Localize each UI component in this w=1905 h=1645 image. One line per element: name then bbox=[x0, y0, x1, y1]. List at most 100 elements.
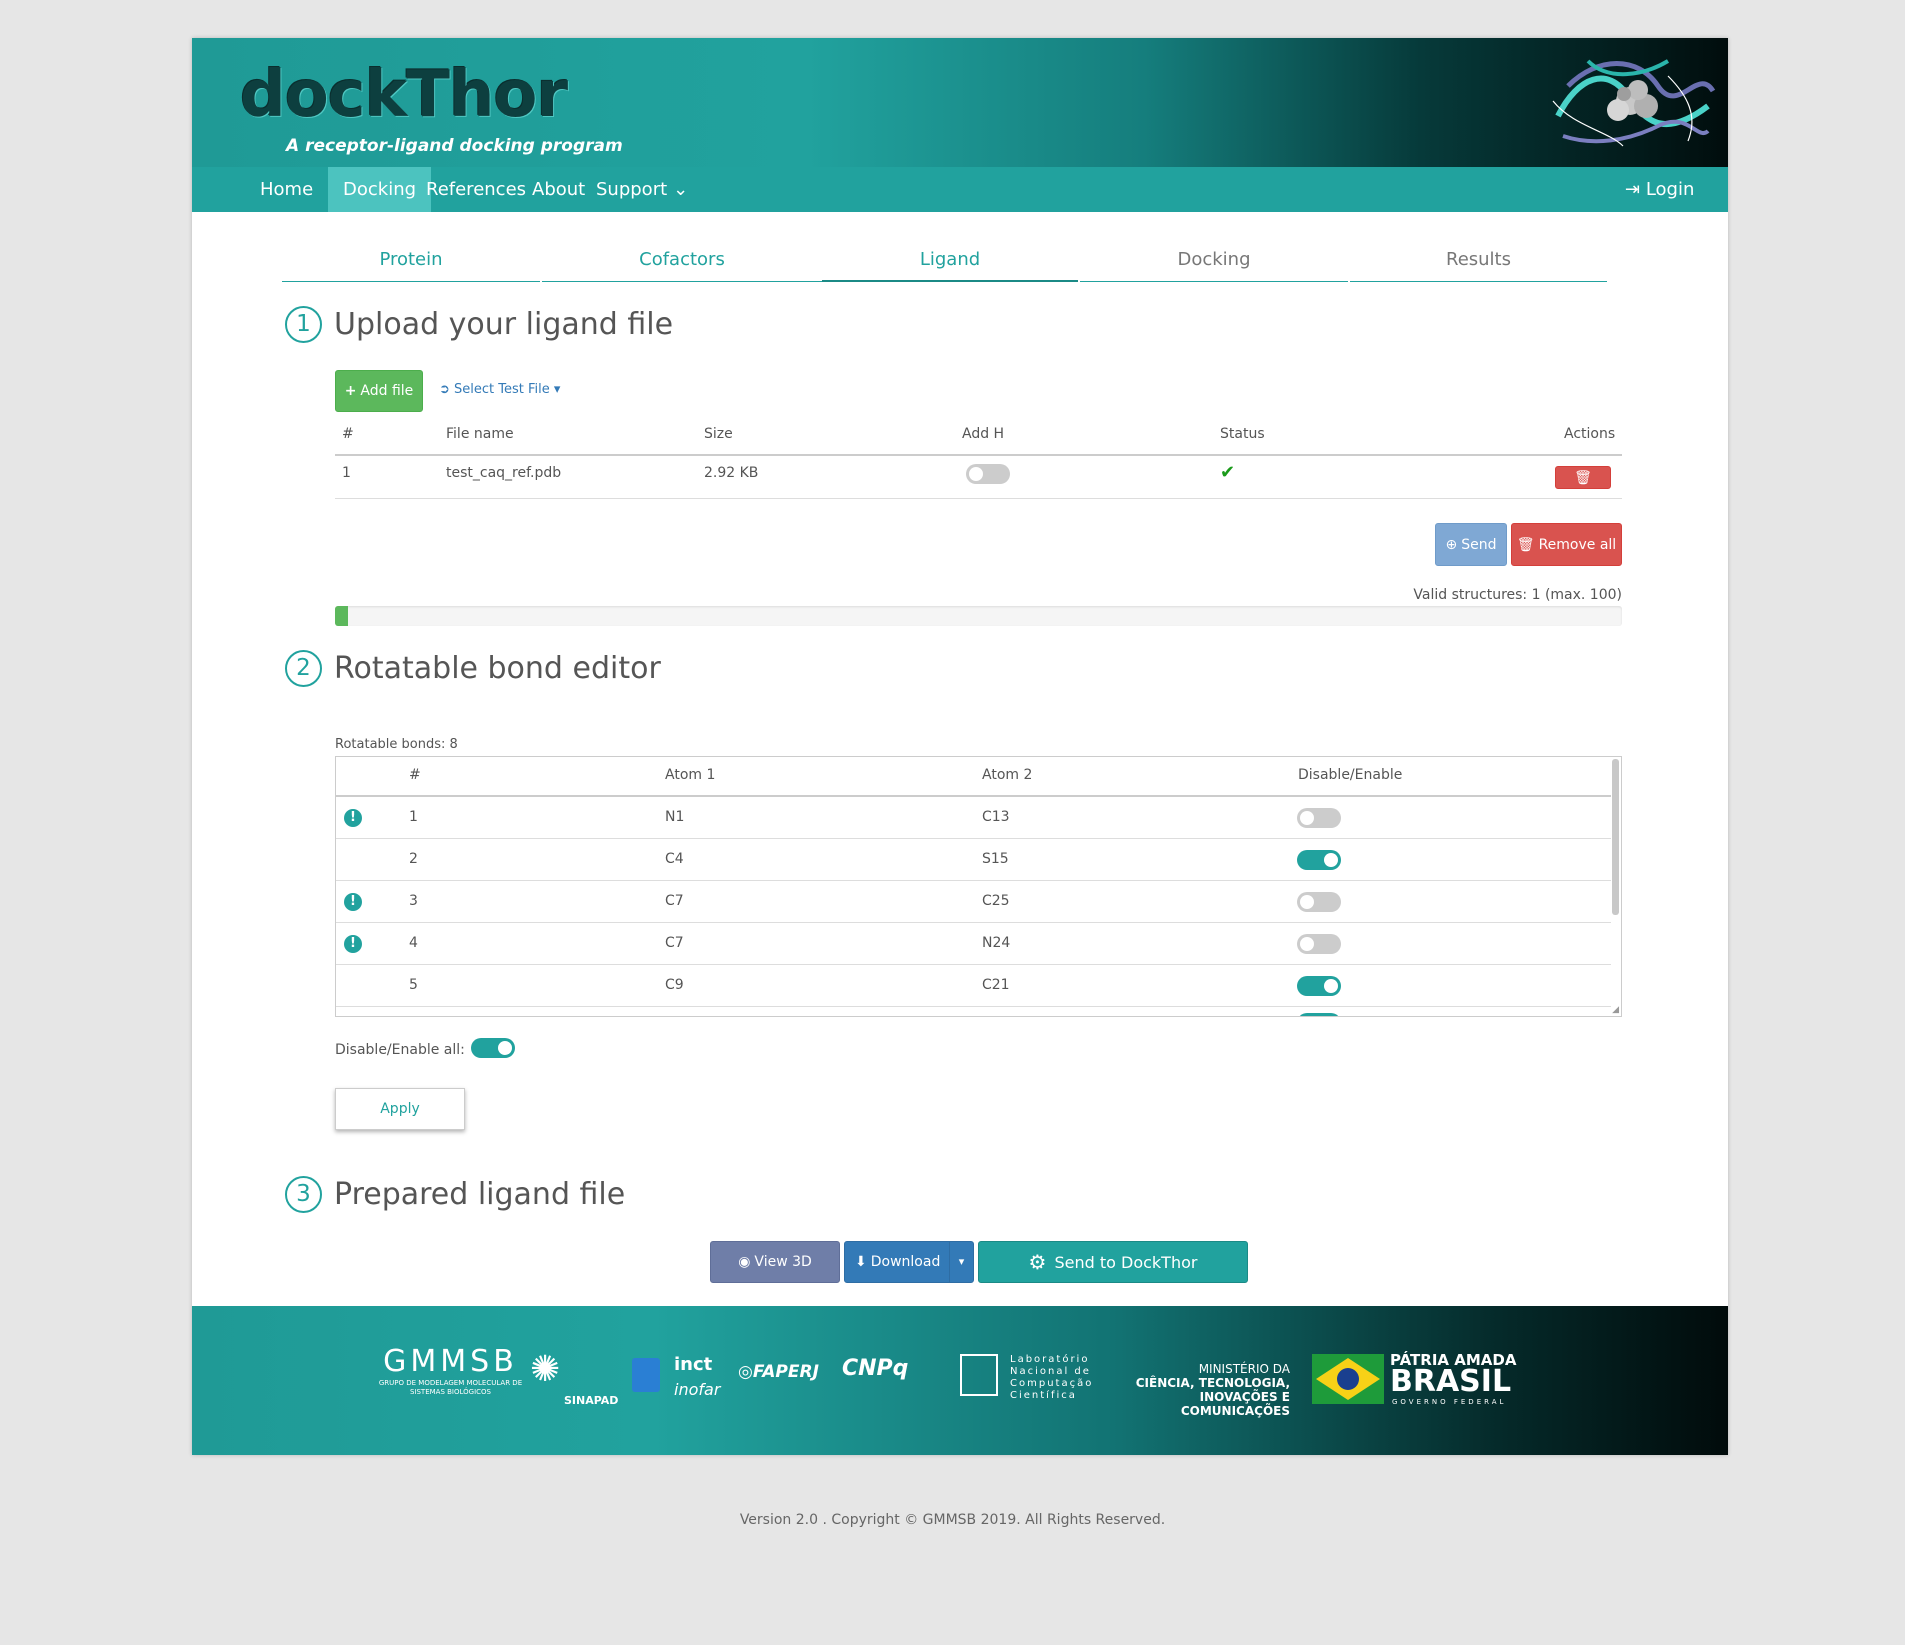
download-caret-icon[interactable]: ▾ bbox=[949, 1242, 973, 1282]
section-prepared-title: Prepared ligand file bbox=[334, 1177, 626, 1212]
inct-logo-text: inct bbox=[674, 1354, 713, 1375]
col-header-status: Status bbox=[1220, 426, 1265, 442]
step-number-3: 3 bbox=[285, 1176, 322, 1213]
bond-row: ! 4 C7 N24 bbox=[336, 923, 1611, 965]
bond-row: 2 C4 S15 bbox=[336, 839, 1611, 881]
bond-atom2: N24 bbox=[982, 935, 1011, 951]
row-divider bbox=[335, 498, 1622, 499]
bond-num: 1 bbox=[409, 809, 418, 825]
ministerio-line-3: INOVAÇÕES E COMUNICAÇÕES bbox=[1180, 1390, 1290, 1418]
bond-toggle[interactable] bbox=[1297, 850, 1341, 870]
add-file-label: Add file bbox=[360, 383, 414, 399]
row-filename: test_caq_ref.pdb bbox=[446, 465, 562, 481]
faperj-swirl-icon: ◎ bbox=[738, 1362, 753, 1382]
warning-icon: ! bbox=[344, 935, 362, 953]
bond-toggle[interactable] bbox=[1297, 892, 1341, 912]
arrow-circle-icon: ➲ bbox=[439, 382, 450, 397]
bond-toggle-partial[interactable] bbox=[1297, 1013, 1341, 1016]
inct-logo-subtext: inofar bbox=[674, 1380, 721, 1399]
ministerio-line-2: CIÊNCIA, TECNOLOGIA, bbox=[1135, 1376, 1290, 1390]
trash-icon: 🗑 bbox=[1516, 536, 1535, 553]
section-prepared-heading: 3 Prepared ligand file bbox=[285, 1176, 625, 1213]
send-button[interactable]: ⊕ Send bbox=[1435, 523, 1507, 566]
apply-button[interactable]: Apply bbox=[335, 1088, 465, 1130]
tab-protein[interactable]: Protein bbox=[282, 238, 540, 282]
remove-all-button[interactable]: 🗑 Remove all bbox=[1511, 523, 1622, 566]
cnpq-logo-text: CNPq bbox=[842, 1356, 909, 1381]
view-3d-label: View 3D bbox=[754, 1254, 812, 1270]
ministerio-line-1: MINISTÉRIO DA bbox=[1198, 1362, 1290, 1376]
bond-row: ! 3 C7 C25 bbox=[336, 881, 1611, 923]
plus-icon: + bbox=[344, 383, 357, 399]
bond-num: 4 bbox=[409, 935, 418, 951]
ministerio-logo[interactable]: MINISTÉRIO DA CIÊNCIA, TECNOLOGIA, INOVA… bbox=[1110, 1362, 1290, 1418]
bond-num: 3 bbox=[409, 893, 418, 909]
nav-home[interactable]: Home bbox=[245, 167, 328, 212]
col-header-num: # bbox=[342, 426, 354, 442]
faperj-logo-text: FAPERJ bbox=[752, 1362, 819, 1382]
bond-row: ! 1 N1 C13 bbox=[336, 797, 1611, 839]
delete-row-button[interactable]: 🗑 bbox=[1555, 466, 1611, 489]
scrollbar[interactable] bbox=[1612, 759, 1619, 915]
caret-down-icon: ▾ bbox=[553, 382, 561, 397]
governo-federal-text: GOVERNO FEDERAL bbox=[1392, 1398, 1507, 1406]
select-test-file-label: Select Test File bbox=[454, 382, 550, 397]
tab-docking[interactable]: Docking bbox=[1080, 238, 1348, 282]
gmmsb-logo-text: GMMSB bbox=[383, 1344, 518, 1379]
nav-support-label: Support bbox=[596, 179, 668, 200]
trash-icon: 🗑 bbox=[1574, 469, 1592, 486]
col-header-filename: File name bbox=[446, 426, 514, 442]
gmmsb-logo-subtext: GRUPO DE MODELAGEM MOLECULAR DE SISTEMAS… bbox=[378, 1379, 523, 1396]
add-h-toggle[interactable] bbox=[966, 464, 1010, 484]
tab-cofactors[interactable]: Cofactors bbox=[542, 238, 822, 282]
enable-all-toggle[interactable] bbox=[471, 1038, 515, 1058]
send-to-dockthor-button[interactable]: ⚙ Send to DockThor bbox=[978, 1241, 1248, 1283]
cnpq-logo[interactable]: CNPq bbox=[842, 1356, 908, 1381]
upload-icon: ⊕ bbox=[1445, 536, 1458, 553]
header-banner: dockThor A receptor-ligand docking progr… bbox=[192, 38, 1728, 167]
status-check-icon: ✔ bbox=[1220, 462, 1236, 483]
brasil-text: BRASIL bbox=[1390, 1364, 1512, 1399]
lncc-cube-icon bbox=[960, 1354, 998, 1396]
faperj-logo[interactable]: ◎FAPERJ bbox=[738, 1362, 819, 1382]
download-icon: ⬇ bbox=[855, 1254, 867, 1270]
sinapad-logo[interactable]: ✺ SINAPAD bbox=[530, 1352, 618, 1408]
bond-table-scrollbox[interactable]: # Atom 1 Atom 2 Disable/Enable ! 1 N1 C13 2 C… bbox=[335, 756, 1622, 1017]
download-label: Download bbox=[870, 1254, 941, 1270]
view-3d-button[interactable]: ◉ View 3D bbox=[710, 1241, 840, 1283]
nav-login[interactable]: ⇥ Login bbox=[1610, 167, 1709, 212]
bond-num: 5 bbox=[409, 977, 418, 993]
valid-structures-text: Valid structures: 1 (max. 100) bbox=[1413, 587, 1622, 603]
dockthor-logo[interactable]: dockThor A receptor-ligand docking progr… bbox=[240, 60, 623, 156]
bond-atom1: C7 bbox=[665, 935, 684, 951]
download-button[interactable]: ⬇ Download ▾ bbox=[844, 1241, 974, 1283]
select-test-file-dropdown[interactable]: ➲ Select Test File ▾ bbox=[439, 382, 560, 397]
nav-support[interactable]: Support ⌄ bbox=[581, 167, 703, 212]
gmmsb-logo[interactable]: GMMSB GRUPO DE MODELAGEM MOLECULAR DE SI… bbox=[378, 1344, 523, 1397]
bond-toggle[interactable] bbox=[1297, 976, 1341, 996]
upload-progress-fill bbox=[335, 606, 348, 626]
step-number-1: 1 bbox=[285, 306, 322, 343]
bond-num: 2 bbox=[409, 851, 418, 867]
brazil-flag-icon bbox=[1312, 1354, 1384, 1404]
bond-toggle[interactable] bbox=[1297, 934, 1341, 954]
tab-ligand[interactable]: Ligand bbox=[822, 238, 1078, 282]
tab-results[interactable]: Results bbox=[1350, 238, 1607, 282]
bond-toggle[interactable] bbox=[1297, 808, 1341, 828]
send-to-dockthor-label: Send to DockThor bbox=[1054, 1252, 1198, 1272]
bond-atom2: S15 bbox=[982, 851, 1009, 867]
sinapad-logo-text: SINAPAD bbox=[564, 1394, 619, 1407]
login-label: Login bbox=[1645, 179, 1695, 200]
warning-icon: ! bbox=[344, 893, 362, 911]
section-bond-editor-heading: 2 Rotatable bond editor bbox=[285, 650, 661, 687]
bond-atom1: C9 bbox=[665, 977, 684, 993]
brasil-logo[interactable]: PÁTRIA AMADA BRASIL GOVERNO FEDERAL bbox=[1312, 1351, 1516, 1408]
table-divider bbox=[335, 454, 1622, 456]
workflow-tabs: Protein Cofactors Ligand Docking Results bbox=[282, 238, 1607, 282]
lncc-logo-text: Laboratório Nacional de Computação Cient… bbox=[1010, 1354, 1094, 1401]
logo-tagline: A receptor-ligand docking program bbox=[286, 136, 623, 156]
add-file-button[interactable]: + Add file bbox=[335, 370, 423, 412]
resize-handle-icon[interactable]: ◢ bbox=[1612, 1005, 1619, 1015]
remove-all-label: Remove all bbox=[1538, 536, 1617, 553]
section-bond-editor-title: Rotatable bond editor bbox=[334, 651, 661, 686]
